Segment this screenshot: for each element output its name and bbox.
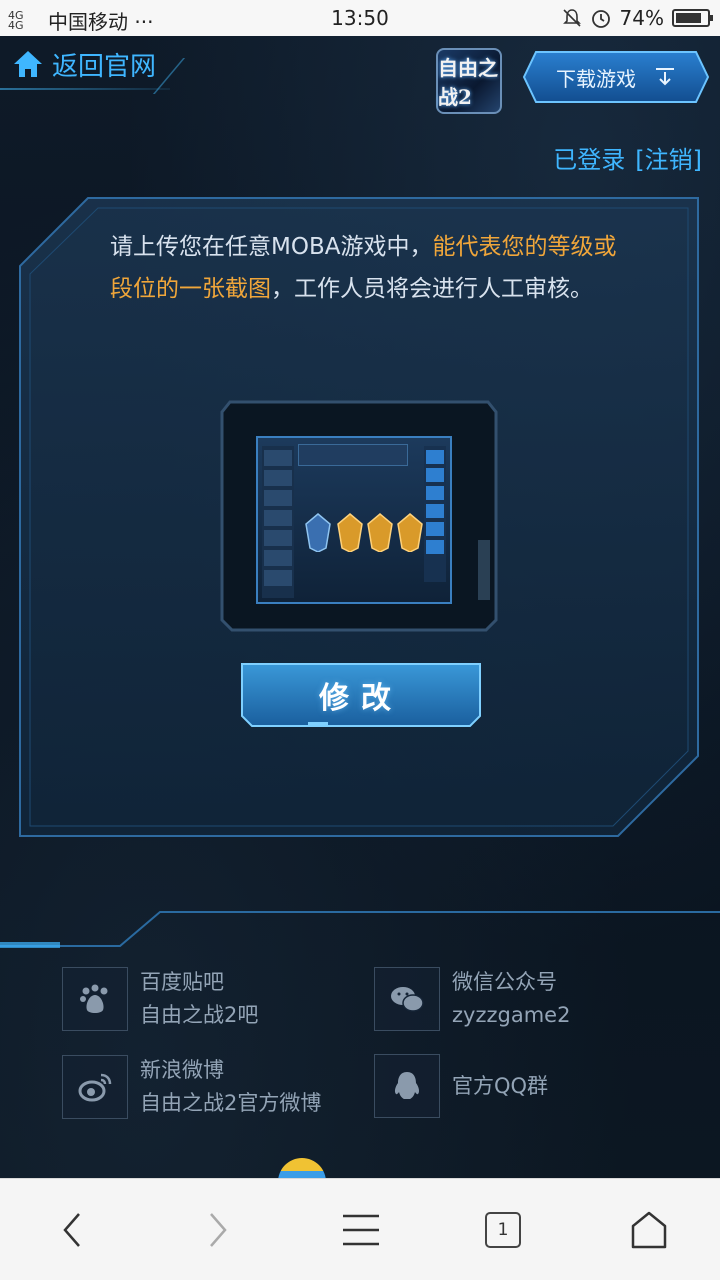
chevron-left-icon <box>63 1213 80 1247</box>
tab-count: 1 <box>485 1212 521 1248</box>
battery-fill <box>676 13 702 23</box>
home-outline-icon <box>631 1211 667 1249</box>
download-icon <box>656 68 674 86</box>
upload-instructions: 请上传您在任意MOBA游戏中，能代表您的等级或段位的一张截图，工作人员将会进行人… <box>110 226 630 310</box>
wechat-icon <box>374 967 440 1031</box>
tabs-button[interactable]: 1 <box>480 1207 526 1253</box>
login-status: 已登录 [注销] <box>553 140 702 175</box>
upload-panel: 请上传您在任意MOBA游戏中，能代表您的等级或段位的一张截图，工作人员将会进行人… <box>18 196 700 838</box>
home-icon <box>14 51 42 77</box>
battery-icon <box>672 9 713 27</box>
modify-button[interactable]: 修改 <box>238 660 484 730</box>
weibo-icon <box>62 1055 128 1119</box>
partner-logo <box>278 1158 326 1178</box>
browser-toolbar: 1 <box>0 1178 720 1280</box>
forward-button[interactable] <box>194 1207 240 1253</box>
game-logo: 自由之战2 <box>436 48 502 114</box>
download-game-button[interactable]: 下载游戏 <box>522 50 710 104</box>
back-button[interactable] <box>50 1207 96 1253</box>
menu-icon <box>343 1214 379 1246</box>
link-title: 官方QQ群 <box>452 1073 549 1098</box>
battery-percent: 74% <box>619 6 664 30</box>
logout-link[interactable]: [注销] <box>635 140 702 175</box>
link-title: 微信公众号 <box>452 970 557 994</box>
link-title: 百度贴吧 <box>140 970 224 994</box>
rank-badge-icon <box>305 513 331 552</box>
header-divider <box>0 88 170 90</box>
baidu-paw-icon <box>62 967 128 1031</box>
modify-label: 修改 <box>319 681 403 716</box>
screenshot-menu <box>424 446 446 582</box>
link-subtitle: zyzzgame2 <box>452 1003 571 1027</box>
instruction-outro: ，工作人员将会进行人工审核。 <box>271 276 593 302</box>
chevron-right-icon <box>210 1213 227 1247</box>
link-qq-group[interactable]: 官方QQ群 <box>374 1054 548 1118</box>
link-subtitle: 自由之战2吧 <box>140 1003 259 1027</box>
instruction-intro: 请上传您在任意MOBA游戏中， <box>110 234 433 260</box>
rank-badge-icon <box>337 513 363 552</box>
qq-icon <box>374 1054 440 1118</box>
rank-badge-icon <box>367 513 393 552</box>
download-label: 下载游戏 <box>556 66 636 91</box>
logged-in-label: 已登录 <box>553 146 626 174</box>
status-bar: 4G 4G 中国移动 ··· 13:50 74% <box>0 0 720 36</box>
screenshot-profile <box>298 444 408 466</box>
link-sina-weibo[interactable]: 新浪微博 自由之战2官方微博 <box>62 1054 321 1120</box>
header: 返回官网 自由之战2 下载游戏 <box>0 36 720 120</box>
rank-badge-icon <box>397 513 423 552</box>
link-wechat[interactable]: 微信公众号 zyzzgame2 <box>374 966 570 1032</box>
link-title: 新浪微博 <box>140 1058 224 1082</box>
uploaded-screenshot[interactable] <box>220 400 498 632</box>
link-subtitle: 自由之战2官方微博 <box>140 1091 322 1115</box>
screenshot-image <box>256 436 452 604</box>
menu-button[interactable] <box>338 1207 384 1253</box>
page: 返回官网 自由之战2 下载游戏 已登录 [注销] 请上传您在任意MOBA游戏中，… <box>0 36 720 1178</box>
back-label: 返回官网 <box>52 51 157 82</box>
back-to-official-site-link[interactable]: 返回官网 <box>12 44 156 84</box>
screenshot-sidebar <box>262 446 294 598</box>
home-button[interactable] <box>626 1207 672 1253</box>
alarm-icon <box>591 10 610 28</box>
link-baidu-tieba[interactable]: 百度贴吧 自由之战2吧 <box>62 966 258 1032</box>
mute-icon <box>562 9 581 27</box>
footer-divider <box>0 911 720 948</box>
